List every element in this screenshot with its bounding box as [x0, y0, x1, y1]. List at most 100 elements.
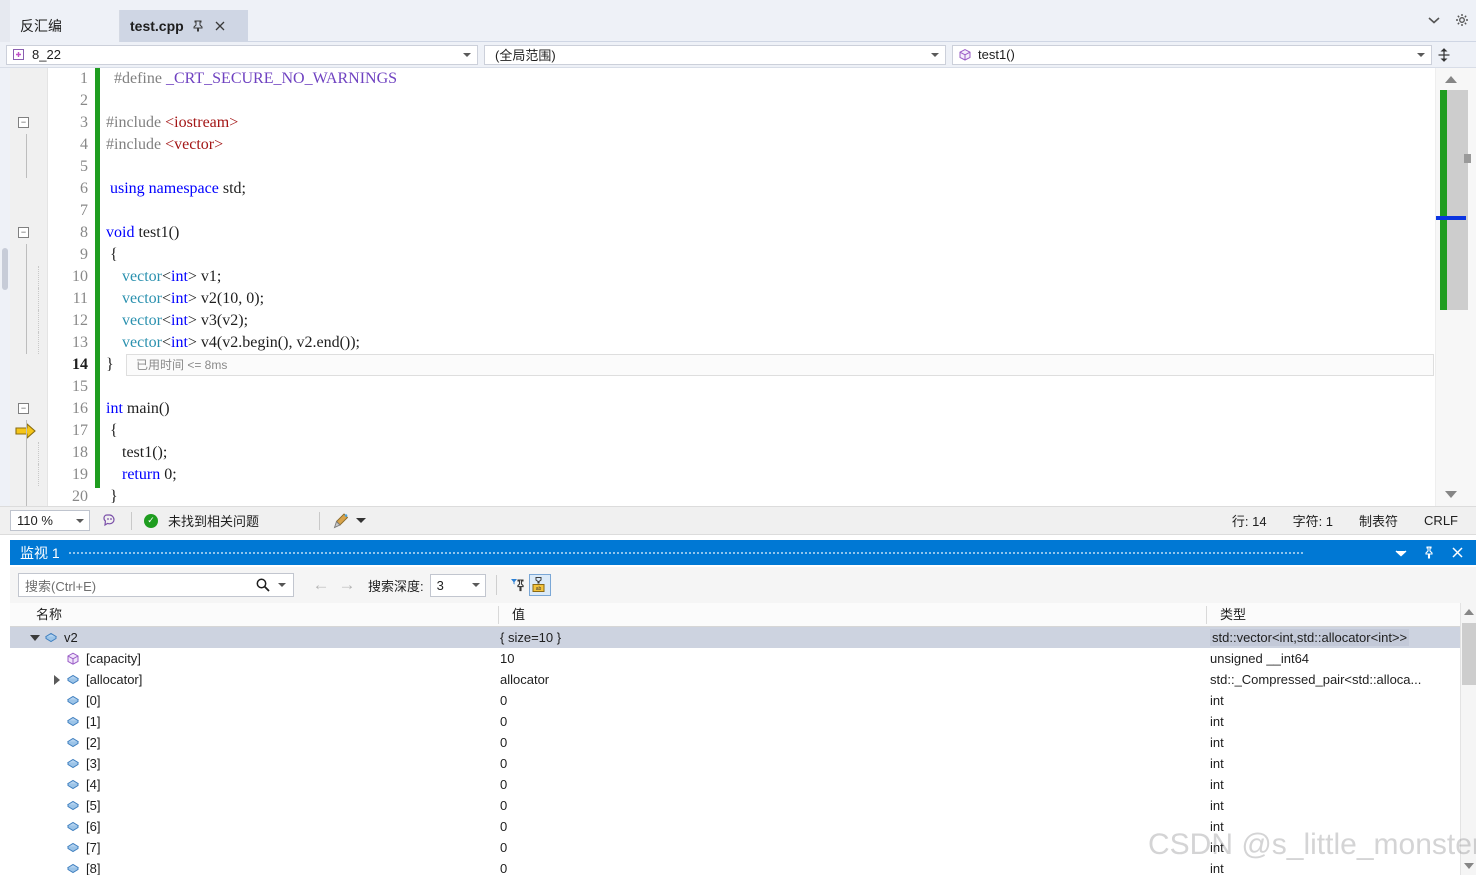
chevron-down-icon[interactable]	[76, 518, 84, 523]
watch-variable-value[interactable]: 0	[500, 753, 507, 774]
breakpoint-gutter[interactable]	[10, 68, 48, 506]
scroll-up-icon[interactable]	[1445, 76, 1457, 83]
editor-vertical-scrollbar[interactable]	[1435, 68, 1476, 506]
tab-disassembly[interactable]: 反汇编	[10, 10, 120, 42]
expander-expanded-icon[interactable]	[28, 627, 42, 648]
chevron-down-icon[interactable]	[463, 52, 471, 57]
code-line[interactable]	[106, 376, 1435, 398]
editor-scroll-thumb[interactable]	[1464, 154, 1471, 163]
fold-collapse-icon[interactable]: −	[18, 403, 29, 414]
watch-variable-value[interactable]: allocator	[500, 669, 549, 690]
table-row[interactable]: [8] 0 int	[10, 858, 1460, 875]
search-icon[interactable]	[255, 577, 271, 593]
column-header-name[interactable]: 名称	[28, 603, 62, 627]
chevron-down-icon[interactable]	[356, 518, 367, 523]
watch-variable-value[interactable]: 0	[500, 837, 507, 858]
scroll-down-icon[interactable]	[1445, 491, 1457, 498]
watch-variable-value[interactable]: { size=10 }	[500, 627, 561, 648]
fold-collapse-icon[interactable]: −	[18, 117, 29, 128]
code-line[interactable]: test1();	[26, 442, 1435, 464]
close-icon[interactable]	[1450, 546, 1464, 560]
code-line[interactable]: vector<int> v3(v2);	[26, 310, 1435, 332]
code-line[interactable]: #include <vector>	[26, 134, 1435, 156]
hex-display-icon[interactable]: ab	[528, 574, 551, 596]
watch-variable-value[interactable]: 0	[500, 858, 507, 875]
watch-variable-value[interactable]: 0	[500, 774, 507, 795]
code-line[interactable]: } 已用时间 <= 8ms	[106, 354, 1435, 376]
search-depth-dropdown[interactable]: 3	[429, 573, 486, 597]
code-line[interactable]: return 0;	[26, 464, 1435, 486]
scroll-down-icon[interactable]	[1464, 863, 1474, 869]
watch-variable-value[interactable]: 0	[500, 711, 507, 732]
close-icon[interactable]	[212, 18, 228, 34]
intellisense-icon[interactable]	[102, 512, 119, 529]
code-line[interactable]: vector<int> v1;	[26, 266, 1435, 288]
zoom-level-dropdown[interactable]: 110 %	[10, 510, 90, 531]
code-text-area[interactable]: #define _CRT_SECURE_NO_WARNINGS − #include…	[18, 68, 1435, 506]
arrow-left-icon[interactable]: ←	[308, 573, 334, 597]
chevron-down-icon[interactable]	[1426, 12, 1442, 28]
code-line[interactable]: #define _CRT_SECURE_NO_WARNINGS	[106, 68, 1435, 90]
table-row[interactable]: [2] 0 int	[10, 732, 1460, 753]
fold-collapse-icon[interactable]: −	[18, 227, 29, 238]
watch-variables-grid[interactable]: 名称 值 类型 v2 { size=10 } std::vector<int,std…	[10, 603, 1476, 875]
code-line[interactable]: − #include <iostream>	[18, 112, 1435, 134]
expander-placeholder	[50, 837, 64, 858]
arrow-right-icon[interactable]: →	[334, 573, 360, 597]
code-line[interactable]	[26, 156, 1435, 178]
editor-change-map	[1440, 90, 1447, 310]
table-row[interactable]: [allocator] allocator std::_Compressed_pai…	[10, 669, 1460, 690]
table-row[interactable]: [3] 0 int	[10, 753, 1460, 774]
chevron-down-icon[interactable]	[278, 583, 286, 587]
chevron-down-icon[interactable]	[1417, 52, 1425, 57]
table-row[interactable]: [6] 0 int	[10, 816, 1460, 837]
column-divider-1[interactable]	[498, 606, 499, 624]
watch-variable-value[interactable]: 0	[500, 795, 507, 816]
chevron-down-icon[interactable]	[471, 583, 480, 587]
column-header-type[interactable]: 类型	[1212, 603, 1246, 627]
tab-test-cpp[interactable]: test.cpp	[120, 10, 248, 42]
table-row[interactable]: [5] 0 int	[10, 795, 1460, 816]
table-row[interactable]: [capacity] 10 unsigned __int64	[10, 648, 1460, 669]
table-row[interactable]: [4] 0 int	[10, 774, 1460, 795]
search-input[interactable]: 搜索(Ctrl+E)	[18, 573, 294, 597]
watch-grid-scrollbar[interactable]	[1460, 603, 1476, 875]
scope-project-dropdown[interactable]: 8_22	[6, 44, 478, 65]
code-line[interactable]: }	[26, 486, 1435, 506]
code-line[interactable]: {	[26, 420, 1435, 442]
chevron-down-icon[interactable]	[1394, 546, 1408, 560]
watch-variable-value[interactable]: 0	[500, 816, 507, 837]
scope-member-dropdown[interactable]: (全局范围)	[484, 44, 946, 65]
gear-icon[interactable]	[1454, 12, 1470, 28]
code-line[interactable]: {	[26, 244, 1435, 266]
table-row[interactable]: [1] 0 int	[10, 711, 1460, 732]
watch-scroll-thumb[interactable]	[1462, 623, 1476, 685]
chevron-down-icon[interactable]	[931, 52, 939, 57]
code-line[interactable]: vector<int> v4(v2.begin(), v2.end());	[26, 332, 1435, 354]
table-row[interactable]: [7] 0 int	[10, 837, 1460, 858]
watch-variable-value[interactable]: 0	[500, 732, 507, 753]
split-view-icon[interactable]	[1435, 44, 1453, 66]
column-header-value[interactable]: 值	[504, 603, 525, 627]
code-editor[interactable]: 1 2 3 4 5 6 7 8 9 10 11 12 13 14 15 16 17 18 19 20 #define …	[0, 68, 1476, 506]
watch-titlebar-grip[interactable]	[60, 540, 1394, 565]
pin-icon[interactable]	[1422, 546, 1436, 560]
pin-icon[interactable]	[190, 18, 206, 34]
scope-function-dropdown[interactable]: test1()	[952, 44, 1432, 65]
scroll-up-icon[interactable]	[1464, 609, 1474, 615]
code-line[interactable]: vector<int> v2(10, 0);	[26, 288, 1435, 310]
code-line[interactable]	[106, 200, 1435, 222]
column-divider-2[interactable]	[1206, 606, 1207, 624]
watch-variable-value[interactable]: 10	[500, 648, 514, 669]
code-line[interactable]: − void test1()	[18, 222, 1435, 244]
table-row[interactable]: v2 { size=10 } std::vector<int,std::alloca…	[10, 627, 1460, 648]
code-cleanup-icon[interactable]	[332, 512, 350, 530]
code-line[interactable]: − int main()	[18, 398, 1435, 420]
expander-collapsed-icon[interactable]	[50, 669, 64, 690]
table-row[interactable]: [0] 0 int	[10, 690, 1460, 711]
pin-filter-icon[interactable]	[507, 574, 529, 596]
watch-variable-value[interactable]: 0	[500, 690, 507, 711]
editor-left-scroll-thumb[interactable]	[2, 248, 8, 290]
code-line[interactable]	[106, 90, 1435, 112]
code-line[interactable]: using namespace std;	[106, 178, 1435, 200]
